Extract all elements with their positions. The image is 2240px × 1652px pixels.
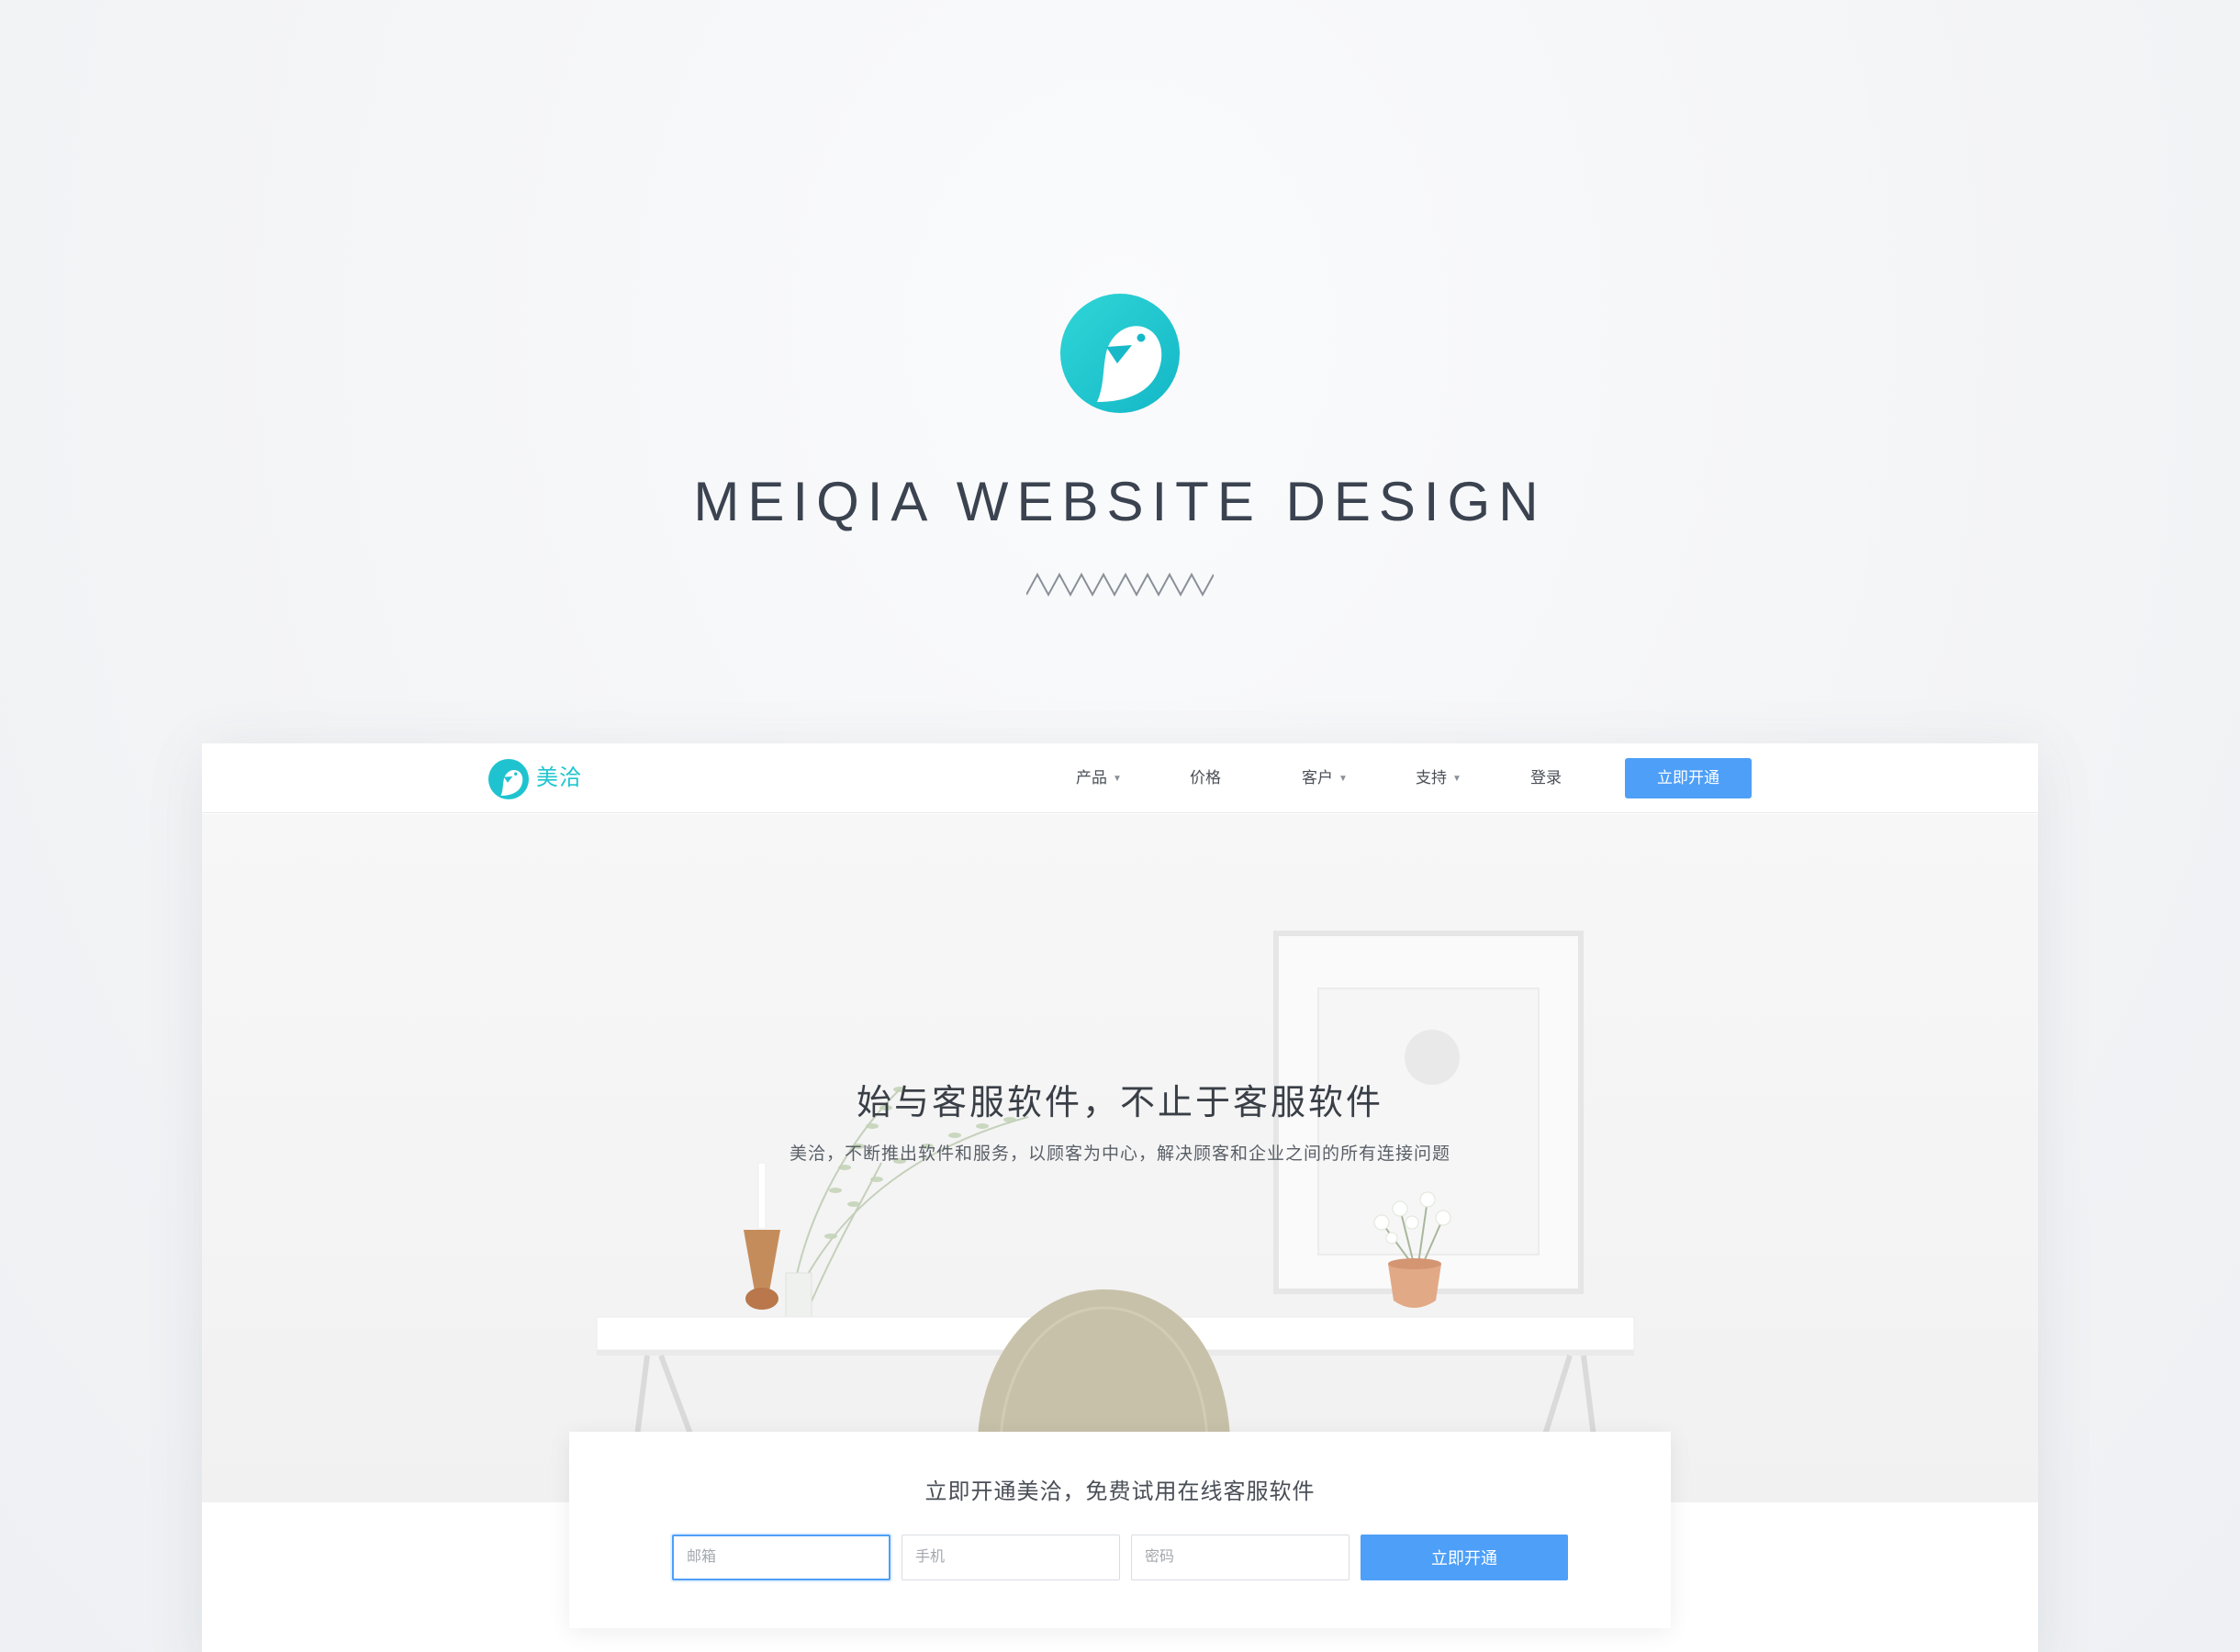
nav-item-label: 产品 — [1076, 769, 1107, 787]
top-nav: 美洽 产品 ▼ 价格 客户 ▼ 支持 ▼ 登录 立即开通 — [202, 743, 2038, 813]
website-mockup: 美洽 产品 ▼ 价格 客户 ▼ 支持 ▼ 登录 立即开通 始与客服软件，不止于客… — [202, 743, 2038, 1652]
signup-submit-button[interactable]: 立即开通 — [1361, 1535, 1568, 1580]
nav-brand-name[interactable]: 美洽 — [536, 765, 582, 792]
signup-title: 立即开通美洽，免费试用在线客服软件 — [924, 1479, 1316, 1504]
phone-field[interactable] — [902, 1535, 1120, 1580]
hero-banner: 始与客服软件，不止于客服软件 美洽，不断推出软件和服务，以顾客为中心，解决顾客和… — [202, 814, 2038, 1502]
nav-item-pricing[interactable]: 价格 — [1190, 768, 1221, 788]
nav-item-label: 价格 — [1190, 769, 1221, 787]
hero-title: 始与客服软件，不止于客服软件 — [856, 1084, 1383, 1122]
chevron-down-icon: ▼ — [1113, 774, 1122, 784]
meiqia-logo-icon[interactable] — [488, 759, 529, 799]
nav-signup-button[interactable]: 立即开通 — [1625, 758, 1752, 798]
nav-item-label: 登录 — [1530, 769, 1562, 787]
nav-item-customers[interactable]: 客户 ▼ — [1302, 768, 1348, 789]
meiqia-bird-logo-icon — [1060, 294, 1180, 413]
chevron-down-icon: ▼ — [1338, 774, 1348, 784]
zigzag-divider-icon — [1026, 572, 1214, 597]
password-field[interactable] — [1131, 1535, 1350, 1580]
nav-item-label: 客户 — [1302, 769, 1333, 787]
hero-subtitle: 美洽，不断推出软件和服务，以顾客为中心，解决顾客和企业之间的所有连接问题 — [789, 1144, 1450, 1164]
nav-item-login[interactable]: 登录 — [1530, 768, 1562, 788]
nav-item-label: 支持 — [1416, 769, 1447, 787]
chevron-down-icon: ▼ — [1452, 774, 1462, 784]
presentation-title: MEIQIA WEBSITE DESIGN — [693, 471, 1547, 532]
signup-card: 立即开通美洽，免费试用在线客服软件 立即开通 — [569, 1432, 1671, 1628]
presentation-canvas: MEIQIA WEBSITE DESIGN 美洽 产品 ▼ 价格 客户 ▼ 支持… — [0, 0, 2240, 1652]
email-field[interactable] — [672, 1535, 890, 1580]
nav-item-product[interactable]: 产品 ▼ — [1076, 768, 1122, 789]
nav-item-support[interactable]: 支持 ▼ — [1416, 768, 1462, 789]
